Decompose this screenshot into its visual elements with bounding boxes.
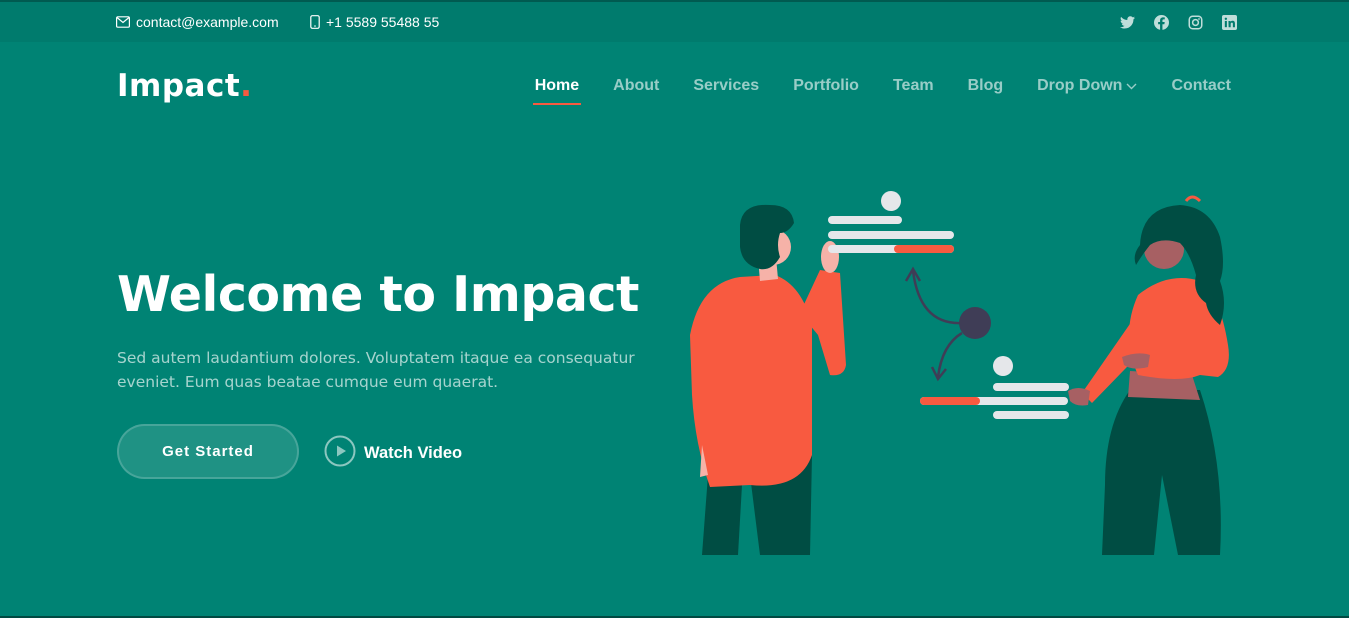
envelope-icon: [116, 16, 130, 28]
logo-text: Impact: [117, 68, 241, 104]
social-links: [1119, 14, 1237, 30]
contact-phone-text: +1 5589 55488 55: [326, 14, 440, 30]
nav-item-label: Contact: [1171, 77, 1231, 94]
nav-item-about[interactable]: About: [613, 77, 659, 95]
site-header: Impact. Home About Services Portfolio Te…: [0, 42, 1349, 132]
watch-video-button[interactable]: Watch Video: [324, 435, 462, 472]
get-started-label: Get Started: [162, 443, 254, 460]
hero-title: Welcome to Impact: [117, 266, 639, 323]
nav-item-label: Home: [534, 77, 580, 94]
hero-subtitle: Sed autem laudantium dolores. Voluptatem…: [117, 349, 635, 391]
nav-item-label: Portfolio: [793, 77, 859, 94]
instagram-icon[interactable]: [1187, 14, 1203, 30]
get-started-button[interactable]: Get Started: [117, 424, 299, 479]
nav-item-label: Drop Down: [1037, 77, 1123, 94]
contact-email[interactable]: contact@example.com: [116, 14, 279, 30]
main-nav: Home About Services Portfolio Team Blog …: [532, 77, 1231, 105]
facebook-icon[interactable]: [1153, 14, 1169, 30]
woman-figure: [1068, 195, 1229, 555]
nav-item-label: Services: [693, 77, 760, 94]
nav-item-dropdown[interactable]: Drop Down: [1037, 77, 1137, 95]
twitter-icon[interactable]: [1119, 14, 1135, 30]
top-bar: contact@example.com +1 5589 55488 55: [0, 0, 1349, 42]
nav-item-blog[interactable]: Blog: [968, 77, 1004, 95]
logo[interactable]: Impact.: [117, 68, 252, 104]
nav-item-team[interactable]: Team: [893, 77, 934, 95]
play-circle-icon: [324, 435, 356, 472]
connector-node: [959, 307, 991, 339]
nav-item-services[interactable]: Services: [693, 77, 759, 95]
man-figure: [690, 204, 846, 555]
chart-card-top: [828, 191, 954, 253]
hero-illustration: [680, 185, 1240, 560]
nav-item-label: About: [613, 77, 660, 94]
nav-item-label: Team: [892, 77, 934, 94]
logo-dot: .: [240, 68, 253, 104]
chart-card-bottom: [920, 356, 1069, 419]
nav-item-portfolio[interactable]: Portfolio: [793, 77, 859, 95]
connector-arrows: [904, 266, 963, 382]
nav-item-label: Blog: [967, 77, 1004, 94]
nav-item-contact[interactable]: Contact: [1171, 77, 1231, 95]
phone-icon: [310, 15, 320, 29]
chevron-down-icon: [1126, 77, 1137, 95]
watch-video-label: Watch Video: [364, 444, 463, 462]
linkedin-icon[interactable]: [1221, 14, 1237, 30]
nav-item-home[interactable]: Home: [532, 77, 582, 105]
contact-phone[interactable]: +1 5589 55488 55: [310, 14, 439, 30]
contact-email-text: contact@example.com: [136, 14, 279, 30]
